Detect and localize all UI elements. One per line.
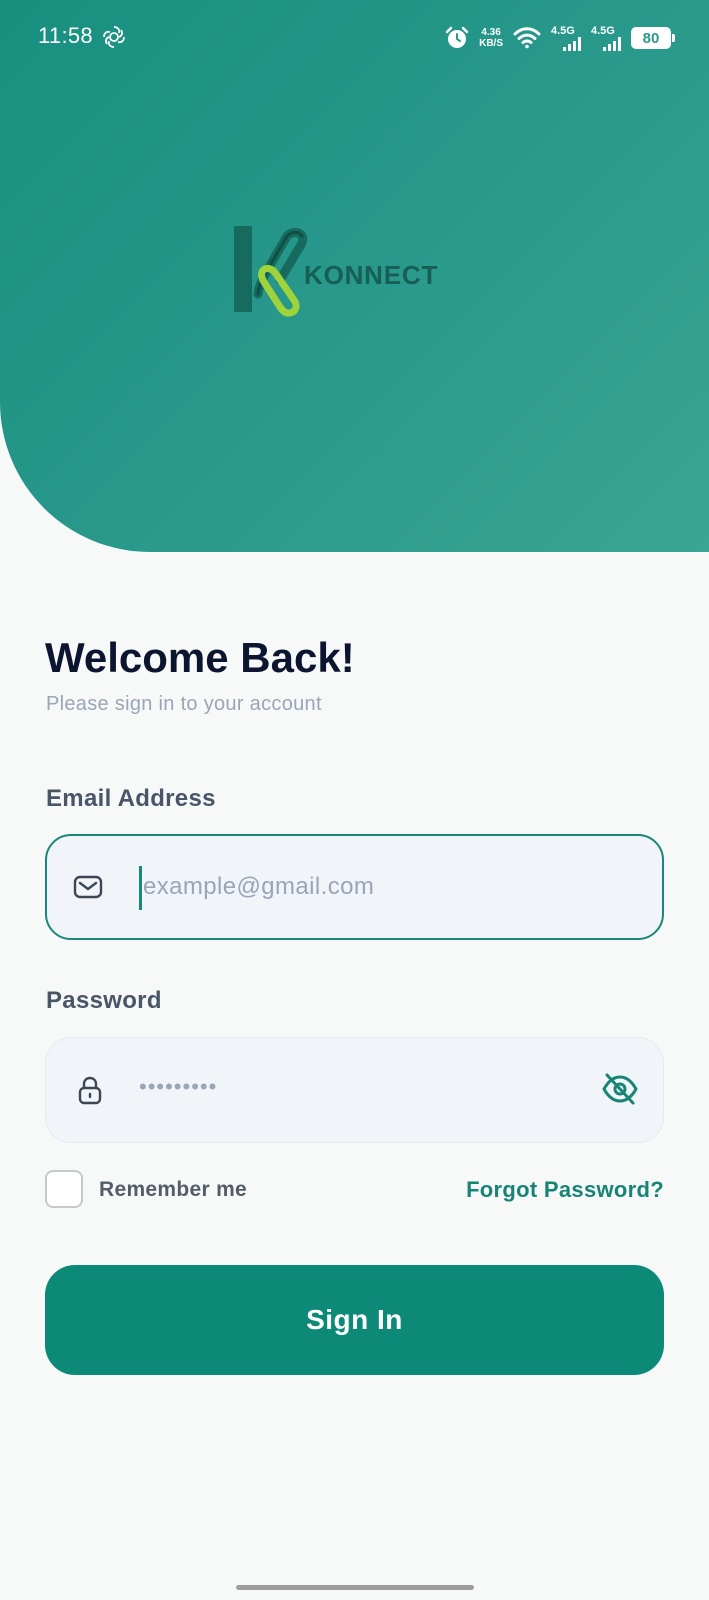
status-bar: 11:58 4.36 KB/S 4.5G 4.5G 80 (0, 0, 709, 76)
remember-me-label[interactable]: Remember me (99, 1178, 247, 1202)
battery-level: 80 (642, 29, 660, 47)
signal-1: 4.5G (551, 25, 581, 51)
mail-icon (73, 875, 103, 899)
alarm-icon (445, 26, 469, 48)
network-speed-unit: KB/S (479, 38, 503, 49)
eye-off-icon[interactable] (601, 1072, 639, 1106)
password-field[interactable]: ••••••••• (45, 1037, 664, 1143)
password-input[interactable]: ••••••••• (139, 1074, 217, 1100)
logo-mark-icon (234, 226, 308, 317)
status-icons: 4.36 KB/S 4.5G 4.5G 80 (445, 22, 675, 54)
remember-me-checkbox[interactable] (45, 1170, 83, 1208)
network-speed: 4.36 KB/S (479, 27, 503, 49)
page-subtitle: Please sign in to your account (46, 693, 322, 715)
signal-2-label: 4.5G (591, 25, 615, 37)
sign-in-button[interactable]: Sign In (45, 1265, 664, 1375)
forgot-password-link[interactable]: Forgot Password? (466, 1177, 664, 1203)
login-screen: 11:58 4.36 KB/S 4.5G 4.5G 80 KONNECT Wel… (0, 0, 709, 1600)
header-banner: 11:58 4.36 KB/S 4.5G 4.5G 80 KONNECT (0, 0, 709, 552)
text-caret (139, 866, 142, 910)
email-label: Email Address (46, 785, 216, 812)
signal-icon (603, 37, 621, 51)
remember-row: Remember me Forgot Password? (45, 1170, 664, 1208)
password-label: Password (46, 987, 162, 1014)
konnect-logo: KONNECT (232, 222, 472, 322)
signal-1-label: 4.5G (551, 25, 575, 37)
email-input[interactable] (143, 873, 573, 901)
lock-icon (78, 1076, 102, 1105)
home-indicator[interactable] (236, 1585, 474, 1590)
email-field[interactable] (45, 834, 664, 940)
signal-2: 4.5G (591, 25, 621, 51)
page-title: Welcome Back! (45, 634, 355, 681)
chatgpt-icon (103, 26, 125, 48)
battery-icon: 80 (631, 27, 675, 49)
wifi-icon (513, 27, 541, 49)
logo-text: KONNECT (304, 260, 439, 290)
status-time: 11:58 (38, 23, 93, 48)
signal-icon (563, 37, 581, 51)
network-speed-value: 4.36 (481, 27, 501, 38)
